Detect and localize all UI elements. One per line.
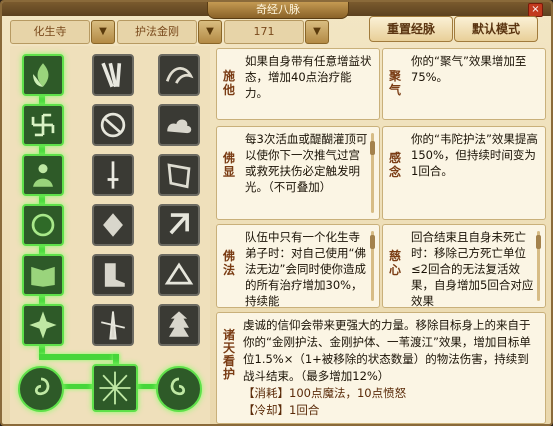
talent-name: 佛显 [222, 151, 235, 179]
sect-dropdown[interactable]: 化生寺 [10, 20, 90, 44]
ultimate-extra: 【冷却】1回合 [243, 403, 320, 417]
window-title: 奇经八脉 [207, 2, 349, 19]
claw-icon[interactable] [92, 54, 134, 96]
talent-name: 佛法 [222, 249, 235, 277]
scrollbar-thumb[interactable] [536, 235, 541, 249]
default-mode-button[interactable]: 默认模式 [454, 16, 538, 42]
talent-desc: 每3次活血或醍醐灌顶可以使你下一次推气过宫或救死扶伤必定触发明光。（不可叠加） [245, 132, 368, 194]
burst-icon[interactable] [22, 304, 64, 346]
talent-desc: 你的“韦陀护法”效果提高150%，但持续时间变为1回合。 [411, 132, 538, 178]
talent-card[interactable]: 佛法 队伍中只有一个化生寺弟子时：对自己使用“佛法无边”会同时使你造成的所有治疗… [216, 224, 380, 308]
orb-icon[interactable] [22, 204, 64, 246]
talent-card[interactable]: 佛显 每3次活血或醍醐灌顶可以使你下一次推气过宫或救死扶伤必定触发明光。（不可叠… [216, 126, 380, 220]
points-dropdown-arrow-icon[interactable]: ▼ [305, 20, 329, 44]
talent-name: 施他 [222, 69, 235, 97]
spiral-right-icon[interactable] [156, 366, 202, 412]
shield-swirl-icon[interactable] [92, 104, 134, 146]
swastika-icon[interactable] [22, 104, 64, 146]
tablet-icon[interactable] [158, 154, 200, 196]
rune-icon[interactable] [158, 54, 200, 96]
scrollbar-thumb[interactable] [370, 141, 375, 155]
ultimate-name: 诸天看护 [222, 328, 235, 381]
scrollbar-thumb[interactable] [370, 235, 375, 249]
qijing-bamai-window: 奇经八脉 × 化生寺 ▼ 护法金刚 ▼ 171 ▼ 重置经脉 默认模式 施他 如… [0, 0, 553, 426]
talent-card[interactable]: 施他 如果自身带有任意增益状态，增加40点治疗能力。 [216, 48, 380, 120]
close-button[interactable]: × [528, 3, 543, 17]
talent-card[interactable]: 慈心 回合结束且自身未死亡时：移除己方死亡单位≤2回合的无法复活效果，自身增加5… [382, 224, 546, 308]
spike-icon[interactable] [92, 304, 134, 346]
talent-desc: 如果自身带有任意增益状态，增加40点治疗能力。 [245, 54, 372, 100]
rays-icon[interactable] [92, 364, 138, 412]
school-dropdown-arrow-icon[interactable]: ▼ [198, 20, 222, 44]
fan-icon[interactable] [158, 254, 200, 296]
gem-icon[interactable] [92, 204, 134, 246]
reset-meridians-button[interactable]: 重置经脉 [369, 16, 453, 42]
talent-name: 聚气 [388, 69, 401, 97]
talent-desc: 队伍中只有一个化生寺弟子时：对自己使用“佛法无边”会同时使你造成的所有治疗增加3… [245, 230, 366, 308]
boot-icon[interactable] [92, 254, 134, 296]
talent-desc: 你的“聚气”效果增加至75%。 [411, 54, 527, 84]
talent-card[interactable]: 感念 你的“韦陀护法”效果提高150%，但持续时间变为1回合。 [382, 126, 546, 220]
talent-tree-panel [10, 46, 210, 424]
talent-name: 慈心 [388, 249, 401, 277]
sect-dropdown-arrow-icon[interactable]: ▼ [91, 20, 115, 44]
sword-icon[interactable] [92, 154, 134, 196]
talent-card[interactable]: 聚气 你的“聚气”效果增加至75%。 [382, 48, 546, 120]
ultimate-card[interactable]: 诸天看护 虔诚的信仰会带来更强大的力量。移除目标身上的来自于你的“金刚护法、金刚… [216, 312, 546, 424]
book-icon[interactable] [22, 254, 64, 296]
points-field: 171 [224, 20, 304, 44]
ultimate-cost: 【消耗】100点魔法，10点愤怒 [243, 386, 407, 400]
talent-name: 感念 [388, 151, 401, 179]
buddha-icon[interactable] [22, 154, 64, 196]
cloud-icon[interactable] [158, 104, 200, 146]
arrow-icon[interactable] [158, 204, 200, 246]
spiral-left-icon[interactable] [18, 366, 64, 412]
talent-desc: 回合结束且自身未死亡时：移除己方死亡单位≤2回合的无法复活效果，自身增加5回合对… [411, 230, 534, 308]
tower-icon[interactable] [158, 304, 200, 346]
path-connector [39, 354, 119, 360]
school-dropdown[interactable]: 护法金刚 [117, 20, 197, 44]
lotus-icon[interactable] [22, 54, 64, 96]
ultimate-desc: 虔诚的信仰会带来更强大的力量。移除目标身上的来自于你的“金刚护法、金刚护体、一苇… [243, 318, 531, 383]
